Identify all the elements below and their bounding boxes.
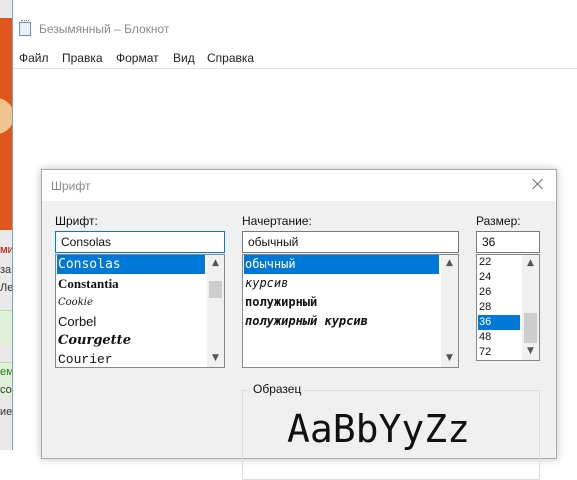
window-title: Безымянный – Блокнот (39, 22, 170, 36)
background-app-text: ие (0, 406, 12, 418)
style-item-bold-italic[interactable]: полужирный курсив (244, 312, 439, 331)
size-label: Размер: (476, 214, 521, 228)
close-icon[interactable] (530, 176, 546, 192)
size-item[interactable]: 72 (478, 345, 520, 360)
style-input[interactable]: обычный (242, 231, 459, 253)
scroll-up-icon[interactable]: ▲ (441, 255, 458, 272)
font-item-corbel[interactable]: Corbel (57, 312, 205, 331)
notepad-titlebar[interactable]: Безымянный – Блокнот (13, 0, 577, 43)
scroll-up-icon[interactable]: ▲ (207, 255, 224, 272)
size-list-scrollbar[interactable]: ▲ ▼ (522, 255, 539, 360)
scroll-down-icon[interactable]: ▼ (207, 350, 224, 367)
background-app-text: ми (0, 244, 12, 256)
sample-group: Образец AaBbYyZz (242, 382, 540, 480)
sample-label: Образец (251, 382, 304, 396)
style-label: Начертание: (242, 214, 312, 228)
font-item-constantia[interactable]: Constantia (57, 274, 205, 293)
size-input[interactable]: 36 (476, 231, 540, 253)
size-item[interactable]: 26 (478, 285, 520, 300)
background-app-text: ем (0, 366, 12, 378)
font-label: Шрифт: (55, 214, 98, 228)
font-dialog-title: Шрифт (51, 179, 91, 193)
menu-format[interactable]: Формат (116, 51, 159, 65)
style-list[interactable]: обычный курсив полужирный полужирный кур… (242, 254, 459, 368)
font-dialog: Шрифт Шрифт: Consolas Consolas Constanti… (41, 169, 557, 480)
sample-text: AaBbYyZz (287, 407, 471, 451)
font-list[interactable]: Consolas Constantia Cookie Corbel Courge… (55, 254, 225, 368)
font-item-cookie[interactable]: Cookie (57, 293, 205, 312)
menu-edit[interactable]: Правка (62, 51, 103, 65)
font-input[interactable]: Consolas (55, 231, 225, 253)
style-item-regular[interactable]: обычный (244, 255, 439, 274)
font-list-scrollbar[interactable]: ▲ ▼ (207, 255, 224, 367)
scroll-up-icon[interactable]: ▲ (522, 255, 539, 272)
style-item-bold[interactable]: полужирный (244, 293, 439, 312)
background-app-text: со (0, 384, 12, 396)
scroll-down-icon[interactable]: ▼ (522, 343, 539, 360)
scrollbar-thumb[interactable] (524, 313, 537, 343)
size-item[interactable]: 28 (478, 300, 520, 315)
font-item-consolas[interactable]: Consolas (57, 255, 205, 274)
font-dialog-titlebar[interactable]: Шрифт (42, 170, 556, 201)
font-item-courgette[interactable]: Courgette (57, 331, 205, 350)
scroll-down-icon[interactable]: ▼ (441, 350, 458, 367)
menu-bar: Файл Правка Формат Вид Справка (13, 48, 577, 68)
style-list-scrollbar[interactable]: ▲ ▼ (441, 255, 458, 367)
scrollbar-thumb[interactable] (209, 281, 222, 298)
font-item-courier[interactable]: Courier (57, 350, 205, 367)
size-item[interactable]: 24 (478, 270, 520, 285)
menu-file[interactable]: Файл (19, 51, 49, 65)
background-app-panel (0, 310, 12, 345)
background-app-text: Ле (0, 282, 12, 294)
background-app-text: за (0, 264, 12, 276)
size-item-selected[interactable]: 36 (478, 315, 520, 330)
notepad-icon (19, 20, 31, 36)
size-item[interactable]: 48 (478, 330, 520, 345)
style-item-italic[interactable]: курсив (244, 274, 439, 293)
size-list[interactable]: 22 24 26 28 36 48 72 ▲ ▼ (476, 254, 540, 361)
menu-help[interactable]: Справка (207, 51, 254, 65)
menu-view[interactable]: Вид (173, 51, 195, 65)
size-item[interactable]: 22 (478, 255, 520, 270)
background-app: ми за Ле ем со ие (0, 0, 12, 450)
